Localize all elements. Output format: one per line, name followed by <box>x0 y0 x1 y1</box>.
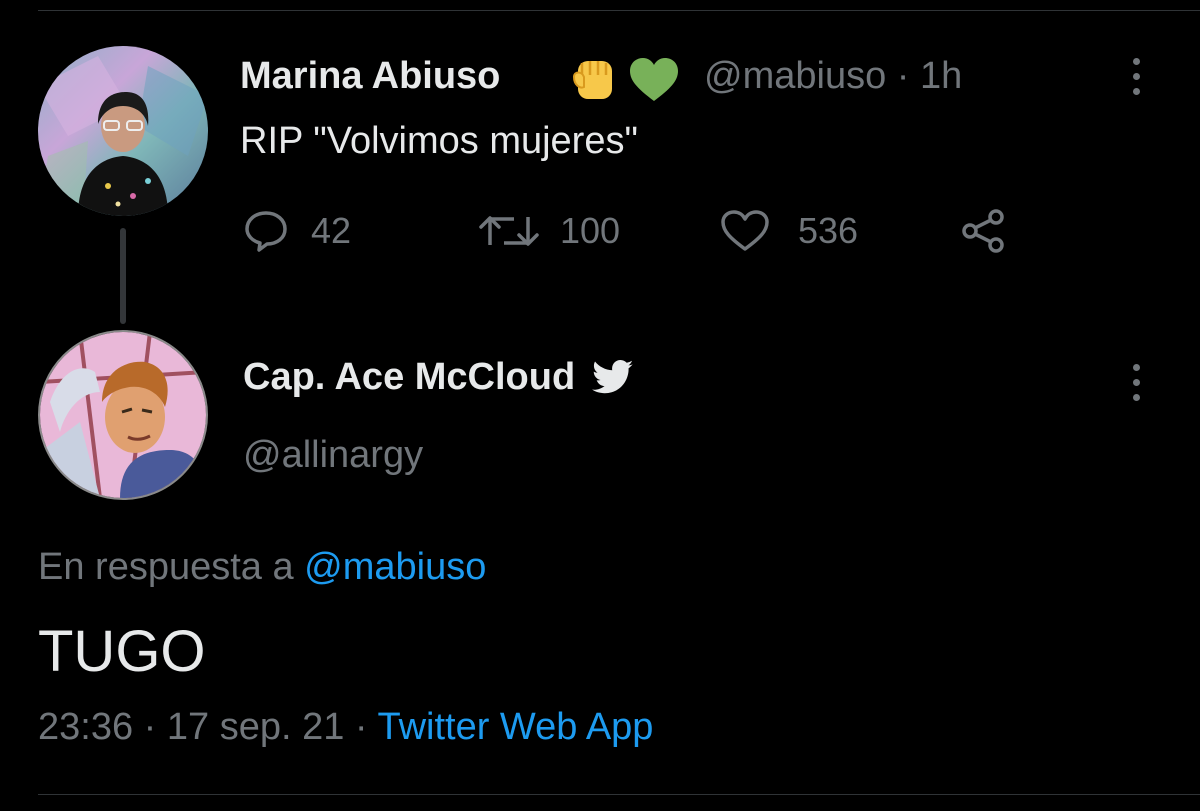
tweet1-text: RIP "Volvimos mujeres" <box>240 120 638 162</box>
avatar-marina[interactable] <box>38 46 208 216</box>
author-ace-row: Cap. Ace McCloud <box>243 356 635 399</box>
tweet2-text: TUGO <box>38 619 206 684</box>
share-icon <box>962 209 1004 253</box>
share-button[interactable] <box>958 206 1010 256</box>
tweet1-meta: @mabiuso · 1h <box>704 55 962 98</box>
more-options-icon[interactable] <box>1130 58 1142 95</box>
more-options-icon-2[interactable] <box>1130 364 1142 401</box>
retweet-count: 100 <box>560 210 621 251</box>
reply-to-link[interactable]: @mabiuso <box>304 546 486 588</box>
avatar-ace[interactable] <box>38 330 208 500</box>
reply-prefix: En respuesta a <box>38 546 294 588</box>
top-divider <box>38 10 1200 11</box>
meta-separator: · <box>896 55 910 97</box>
author-name-ace[interactable]: Cap. Ace McCloud <box>243 356 575 399</box>
source-link[interactable]: Twitter Web App <box>377 706 653 748</box>
twitter-bird-icon <box>592 359 634 393</box>
bottom-divider <box>38 794 1200 795</box>
thread-connector-line <box>120 228 126 324</box>
like-count: 536 <box>798 210 859 251</box>
meta-separator-1: · <box>143 706 157 748</box>
tweet-time[interactable]: 1h <box>920 55 962 97</box>
meta-separator-2: · <box>354 706 368 748</box>
heart-icon <box>721 210 769 251</box>
handle-ace[interactable]: @allinargy <box>243 434 423 477</box>
reply-button[interactable]: 42 <box>243 206 351 256</box>
reply-context: En respuesta a @mabiuso <box>38 546 486 589</box>
like-button[interactable]: 536 <box>720 206 858 256</box>
handle-marina[interactable]: @mabiuso <box>704 55 886 97</box>
reply-count: 42 <box>311 210 352 251</box>
tweet-date[interactable]: 17 sep. 21 <box>167 706 344 748</box>
retweet-icon <box>479 216 539 246</box>
reply-icon <box>245 211 287 252</box>
author-name-marina[interactable]: Marina Abiuso <box>240 55 500 98</box>
green-heart-icon <box>628 57 680 108</box>
tweet2-meta: 23:36 · 17 sep. 21 · Twitter Web App <box>38 706 653 749</box>
tweet-time-2[interactable]: 23:36 <box>38 706 133 748</box>
raised-fist-icon <box>568 53 622 108</box>
retweet-button[interactable]: 100 <box>478 206 620 256</box>
